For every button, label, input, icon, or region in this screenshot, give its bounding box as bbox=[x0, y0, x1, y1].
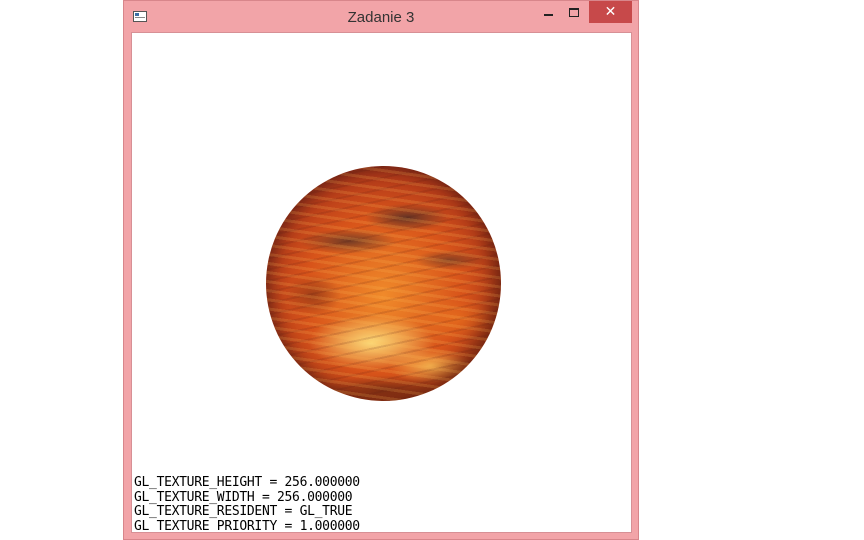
maximize-icon bbox=[569, 7, 579, 17]
texture-resident-line: GL_TEXTURE_RESIDENT = GL_TRUE bbox=[134, 504, 353, 519]
textured-sphere bbox=[266, 166, 501, 401]
title-bar[interactable]: Zadanie 3 ✕ bbox=[124, 1, 638, 32]
opengl-viewport[interactable]: GL_TEXTURE_HEIGHT = 256.000000 GL_TEXTUR… bbox=[131, 32, 632, 533]
app-window: Zadanie 3 ✕ GL_TEXTURE_HEIGHT = 256.0000… bbox=[123, 0, 639, 540]
minimize-icon bbox=[543, 14, 553, 16]
texture-info-panel: GL_TEXTURE_HEIGHT = 256.000000 GL_TEXTUR… bbox=[134, 475, 360, 533]
maximize-button[interactable] bbox=[561, 1, 587, 23]
texture-width-line: GL_TEXTURE_WIDTH = 256.000000 bbox=[134, 489, 353, 505]
texture-priority-line: GL_TEXTURE_PRIORITY = 1.000000 bbox=[134, 518, 360, 533]
close-icon: ✕ bbox=[604, 4, 617, 20]
minimize-button[interactable] bbox=[535, 1, 561, 23]
texture-height-line: GL_TEXTURE_HEIGHT = 256.000000 bbox=[134, 475, 360, 490]
close-button[interactable]: ✕ bbox=[589, 1, 632, 23]
